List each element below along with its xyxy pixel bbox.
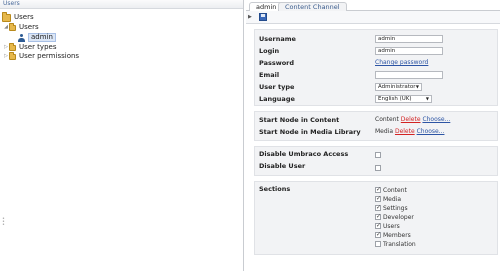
language-select[interactable]: English (UK) ▼ [375,95,432,103]
chevron-down-icon: ▼ [415,84,419,89]
section-item-translation[interactable]: Translation [375,240,416,248]
section-item-label: Translation [383,240,416,248]
login-label: Login [259,47,280,55]
sections-section: Sections Content Media Settings Develope… [254,181,498,255]
editor-panel: admin Content Channel ▶ Username admin L… [246,0,500,271]
section-checkbox[interactable] [375,195,381,202]
tree-item-label: Users [14,13,34,21]
start-node-content-value: Content [375,116,399,123]
section-item-settings[interactable]: Settings [375,204,408,212]
username-label: Username [259,35,296,43]
tree-item-label: Users [19,23,39,31]
start-node-media-choose[interactable]: Choose... [417,128,445,135]
start-node-content-delete[interactable]: Delete [401,116,421,123]
section-item-label: Settings [383,204,408,212]
section-checkbox[interactable] [375,241,381,247]
password-label: Password [259,59,295,67]
sections-label: Sections [259,185,291,193]
login-input[interactable]: admin [375,47,443,55]
save-icon[interactable] [259,13,267,21]
section-item-users[interactable]: Users [375,222,400,230]
disable-umbraco-access-checkbox[interactable] [375,152,381,158]
section-checkbox[interactable] [375,204,381,211]
email-label: Email [259,71,280,79]
username-input[interactable]: admin [375,35,443,43]
tree-item-user-types[interactable]: ▷ User types [3,42,57,52]
section-item-label: Content [383,186,407,194]
disable-user-checkbox[interactable] [375,165,381,171]
tree-item-label: User types [19,43,57,51]
tree-item-users-root[interactable]: Users [2,11,34,22]
folder-icon [9,42,16,51]
toolbar: ▶ [246,11,500,24]
tree-item-user-permissions[interactable]: ▷ User permissions [3,51,80,61]
disable-user-label: Disable User [259,162,306,170]
section-item-developer[interactable]: Developer [375,213,414,221]
start-node-media-controls: Media Delete Choose... [375,128,444,136]
language-value: English (UK) [378,96,412,102]
folder-icon [9,22,16,31]
email-input[interactable] [375,71,443,79]
section-item-media[interactable]: Media [375,195,401,203]
user-icon [18,33,25,42]
disable-umbraco-access-label: Disable Umbraco Access [259,150,349,158]
start-node-media-label: Start Node in Media Library [259,128,361,136]
user-details-section: Username admin Login admin Password Chan… [254,29,498,106]
start-node-content-label: Start Node in Content [259,116,340,124]
tree-item-label: User permissions [19,52,80,60]
section-item-label: Users [383,222,400,230]
toolbar-arrow-icon[interactable]: ▶ [248,14,252,20]
section-checkbox[interactable] [375,213,381,220]
tree-item-users[interactable]: ◢ Users [3,22,39,32]
section-item-content[interactable]: Content [375,186,407,194]
section-item-members[interactable]: Members [375,231,411,239]
tree-item-admin[interactable]: admin [18,33,56,42]
start-node-media-delete[interactable]: Delete [395,128,415,135]
user-type-value: Administrator [378,84,416,90]
start-node-content-controls: Content Delete Choose... [375,116,450,124]
resize-grip-icon[interactable]: • • • [2,217,5,228]
start-node-content-choose[interactable]: Choose... [422,116,450,123]
tree-panel-header: Users [0,0,243,9]
tree-item-label: admin [28,33,56,42]
start-nodes-section: Start Node in Content Content Delete Cho… [254,111,498,141]
section-checkbox[interactable] [375,186,381,193]
section-item-label: Media [383,195,402,203]
user-type-select[interactable]: Administrator ▼ [375,83,422,91]
section-item-label: Members [383,231,411,239]
folder-icon [9,51,16,60]
tree-panel: Users Users ◢ Users admin ▷ User types ▷… [0,0,244,271]
user-type-label: User type [259,83,295,91]
section-checkbox[interactable] [375,231,381,238]
section-item-label: Developer [383,213,414,221]
access-section: Disable Umbraco Access Disable User [254,146,498,176]
language-label: Language [259,95,295,103]
change-password-link[interactable]: Change password [375,59,428,67]
folder-icon [2,11,11,22]
start-node-media-value: Media [375,128,394,135]
tab-bar: admin Content Channel [246,0,500,12]
chevron-down-icon: ▼ [425,96,429,101]
section-checkbox[interactable] [375,222,381,229]
